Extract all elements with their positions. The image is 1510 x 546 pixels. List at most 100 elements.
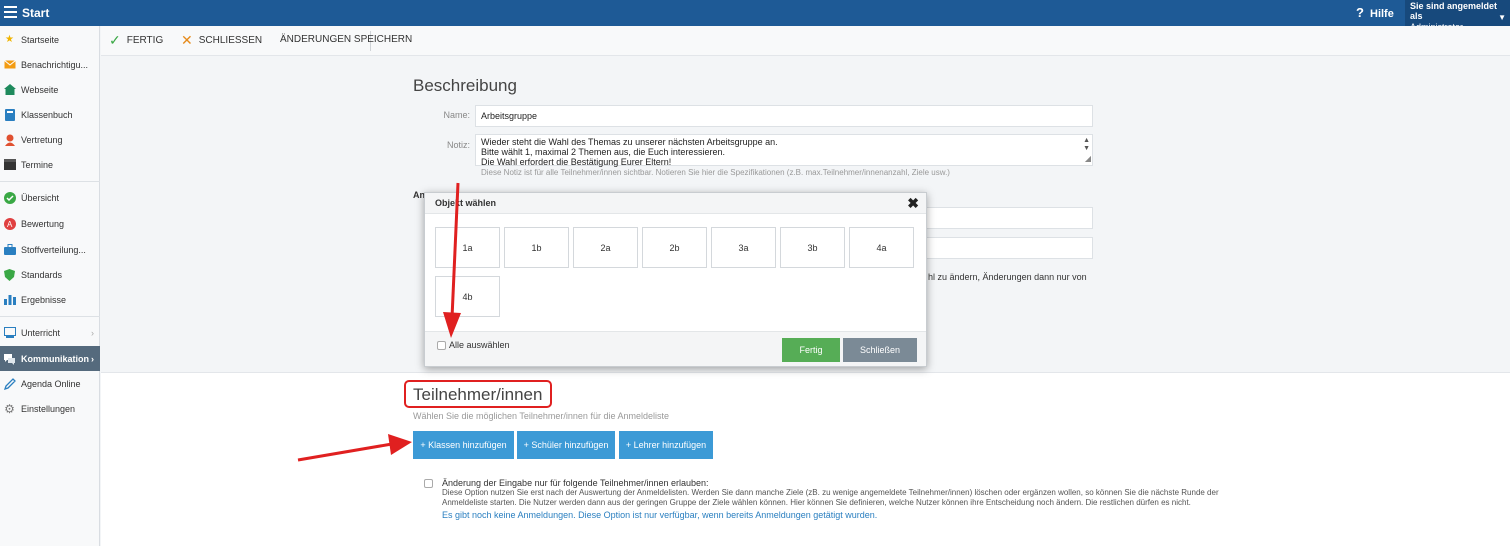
- close-label: SCHLIESSEN: [198, 34, 263, 46]
- sidebar-item-bewertung[interactable]: A Bewertung: [0, 211, 100, 236]
- sidebar-item-label: Standards: [21, 269, 63, 280]
- note-hint: Diese Notiz ist für alle Teilnehmer/inne…: [481, 168, 950, 177]
- note-line: Die Wahl erfordert die Bestätigung Eurer…: [481, 157, 672, 167]
- sidebar-item-benachrichtigungen[interactable]: Benachrichtigu...: [0, 52, 100, 77]
- sidebar-item-label: Termine: [21, 159, 54, 170]
- svg-text:A: A: [7, 220, 13, 229]
- caret-down-icon: ▼: [1498, 13, 1506, 22]
- sidebar-item-startseite[interactable]: ★ Startseite: [0, 27, 100, 52]
- star-icon: ★: [5, 34, 14, 45]
- help-label: Hilfe: [1370, 8, 1394, 20]
- sidebar-item-label: Übersicht: [21, 192, 60, 203]
- sidebar-item-label: Einstellungen: [21, 403, 76, 414]
- dialog-close-button[interactable]: Schließen: [843, 338, 917, 362]
- board-icon: [3, 326, 16, 339]
- sidebar-item-standards[interactable]: Standards: [0, 262, 100, 287]
- object-tile[interactable]: 4a: [849, 227, 914, 268]
- restrict-changes-description: Diese Option nutzen Sie erst nach der Au…: [442, 488, 1219, 507]
- add-classes-button[interactable]: + Klassen hinzufügen: [413, 431, 514, 459]
- object-tile[interactable]: 2b: [642, 227, 707, 268]
- sidebar-item-klassenbuch[interactable]: Klassenbuch: [0, 102, 100, 127]
- save-label: ÄNDERUNGEN SPEICHERN: [280, 34, 413, 45]
- sidebar-item-label: Startseite: [21, 34, 60, 45]
- description-title: Beschreibung: [413, 76, 517, 95]
- sidebar-item-label: Vertretung: [21, 134, 63, 145]
- question-icon: ?: [1356, 5, 1364, 20]
- done-label: FERTIG: [126, 34, 164, 46]
- sidebar-divider: [0, 181, 100, 182]
- hamburger-menu-icon[interactable]: [4, 6, 17, 18]
- resize-handle-icon[interactable]: ◢: [1085, 154, 1091, 164]
- restrict-changes-title: Änderung der Eingabe nur für folgende Te…: [442, 478, 709, 488]
- object-tile[interactable]: 4b: [435, 276, 500, 317]
- participants-subtitle: Wählen Sie die möglichen Teilnehmer/inne…: [413, 411, 669, 421]
- sidebar-item-uebersicht[interactable]: Übersicht: [0, 185, 100, 210]
- sidebar-item-stoffverteilung[interactable]: Stoffverteilung...: [0, 237, 100, 262]
- object-tile[interactable]: 3b: [780, 227, 845, 268]
- sidebar-item-label: Ergebnisse: [21, 294, 67, 305]
- book-icon: [3, 108, 16, 121]
- briefcase-icon: [3, 243, 16, 256]
- object-tile[interactable]: 1b: [504, 227, 569, 268]
- select-all-checkbox[interactable]: [437, 341, 446, 350]
- envelope-icon: [3, 58, 16, 71]
- sidebar-item-termine[interactable]: Termine: [0, 152, 100, 177]
- checkmark-icon: ✓: [109, 32, 121, 48]
- bar-chart-icon: [3, 293, 16, 306]
- name-input[interactable]: Arbeitsgruppe: [475, 105, 1093, 127]
- add-teachers-button[interactable]: + Lehrer hinzufügen: [619, 431, 713, 459]
- sidebar-divider: [0, 316, 100, 317]
- sidebar-item-einstellungen[interactable]: ⚙ Einstellungen: [0, 396, 100, 421]
- done-button[interactable]: ✓ FERTIG: [109, 32, 164, 48]
- app-title[interactable]: Start: [22, 6, 49, 20]
- close-button[interactable]: ✕ SCHLIESSEN: [181, 32, 263, 48]
- sidebar-item-label: Benachrichtigu...: [21, 59, 89, 70]
- help-link[interactable]: ? Hilfe: [1356, 5, 1394, 20]
- sidebar-item-agenda-online[interactable]: Agenda Online: [0, 371, 100, 396]
- sidebar-item-vertretung[interactable]: Vertretung: [0, 127, 100, 152]
- note-line: Wieder steht die Wahl des Themas zu unse…: [481, 137, 778, 147]
- sidebar-item-label: Bewertung: [21, 218, 65, 229]
- shield-check-icon: [3, 268, 16, 281]
- object-tile[interactable]: 1a: [435, 227, 500, 268]
- gear-icon: ⚙: [4, 401, 15, 416]
- dialog-footer: Alle auswählen Fertig Schließen: [425, 331, 926, 366]
- object-tile[interactable]: 3a: [711, 227, 776, 268]
- close-icon: ✕: [181, 32, 193, 48]
- chat-icon: [3, 352, 16, 365]
- partial-option-text: hl zu ändern, Änderungen dann nur von: [928, 272, 1087, 282]
- scroll-arrows-icon[interactable]: ▲ ▼: [1083, 137, 1090, 153]
- dialog-title: Objekt wählen: [435, 198, 497, 208]
- sidebar-item-label: Webseite: [21, 84, 59, 95]
- sidebar-item-webseite[interactable]: Webseite: [0, 77, 100, 102]
- sidebar-item-label: Kommunikation: [21, 353, 90, 364]
- sidebar-item-label: Klassenbuch: [21, 109, 73, 120]
- sidebar-item-unterricht[interactable]: Unterricht ›: [0, 320, 100, 345]
- chevron-right-icon: ›: [91, 327, 94, 338]
- pen-icon: [3, 377, 16, 390]
- clapper-icon: [3, 158, 16, 171]
- hidden-input-2[interactable]: [900, 237, 1093, 259]
- select-all-label[interactable]: Alle auswählen: [449, 340, 510, 350]
- add-students-button[interactable]: + Schüler hinzufügen: [517, 431, 615, 459]
- sidebar-item-kommunikation[interactable]: Kommunikation ›: [0, 346, 100, 371]
- sidebar-item-label: Agenda Online: [21, 378, 81, 389]
- restrict-changes-checkbox[interactable]: [424, 479, 433, 488]
- save-changes-button[interactable]: ÄNDERUNGEN SPEICHERN: [280, 34, 412, 45]
- dialog-done-button[interactable]: Fertig: [782, 338, 840, 362]
- note-textarea[interactable]: Wieder steht die Wahl des Themas zu unse…: [475, 134, 1093, 167]
- chevron-right-icon: ›: [91, 353, 94, 364]
- note-line: Bitte wählt 1, maximal 2 Themen aus, die…: [481, 147, 725, 157]
- rating-icon: A: [3, 217, 16, 230]
- sidebar-item-ergebnisse[interactable]: Ergebnisse: [0, 287, 100, 312]
- home-icon: [3, 83, 16, 96]
- user-menu[interactable]: Sie sind angemeldet als Administrator ▼: [1405, 0, 1510, 32]
- person-icon: [3, 133, 16, 146]
- dialog-header: Objekt wählen ✖: [425, 193, 926, 214]
- hidden-input-1[interactable]: [900, 207, 1093, 229]
- object-tile[interactable]: 2a: [573, 227, 638, 268]
- close-icon[interactable]: ✖: [907, 195, 919, 212]
- participants-title: Teilnehmer/innen: [413, 385, 543, 404]
- sidebar-item-label: Stoffverteilung...: [21, 244, 86, 255]
- top-bar: Start ? Hilfe Sie sind angemeldet als Adm…: [0, 0, 1510, 32]
